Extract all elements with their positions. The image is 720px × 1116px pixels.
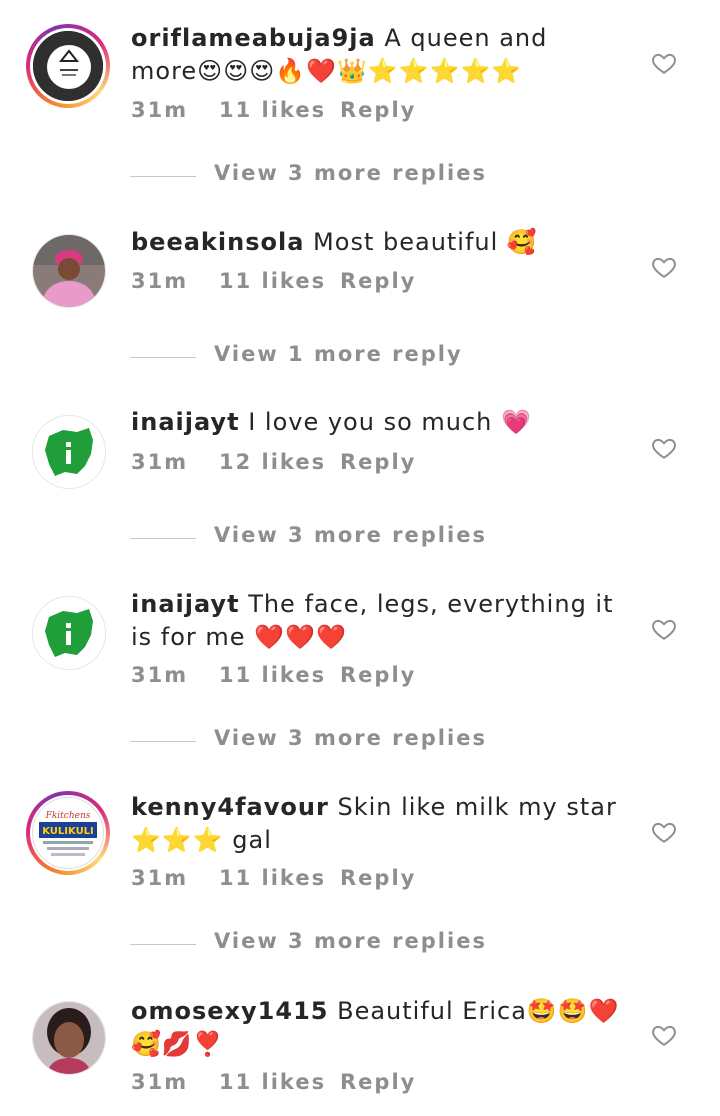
nigeria-map-icon (33, 597, 105, 669)
comment-list: oriflameabuja9ja A queen and more😍😍😍🔥❤️👑… (0, 0, 720, 1116)
brand-name-text: Fkitchens (45, 811, 91, 821)
reply-button[interactable]: Reply (340, 663, 416, 687)
view-more-replies-button[interactable]: View 3 more replies (130, 161, 550, 191)
comment-body: inaijayt The face, legs, everything it i… (131, 588, 621, 654)
like-heart-icon[interactable] (651, 819, 677, 845)
comment-username[interactable]: omosexy1415 (131, 997, 328, 1025)
comment-likes[interactable]: 11 likes (219, 663, 326, 687)
comment-likes[interactable]: 11 likes (219, 866, 326, 890)
avatar[interactable] (32, 1001, 106, 1075)
comment-body: omosexy1415 Beautiful Erica🤩🤩❤️🥰💋❣️ (131, 995, 621, 1061)
like-heart-icon[interactable] (651, 616, 677, 642)
comment-body: kenny4favour Skin like milk my star ⭐⭐⭐ … (131, 791, 621, 857)
nigeria-map-icon (33, 416, 105, 488)
comment-username[interactable]: oriflameabuja9ja (131, 24, 376, 52)
comment-likes[interactable]: 12 likes (219, 450, 326, 474)
avatar[interactable] (32, 415, 106, 489)
brand-logo-icon: Fkitchens KULIKULI (33, 798, 103, 868)
like-heart-icon[interactable] (651, 435, 677, 461)
view-more-replies-label: View 3 more replies (214, 929, 487, 953)
reply-button[interactable]: Reply (340, 450, 416, 474)
comment-time: 31m (131, 98, 189, 122)
view-more-replies-button[interactable]: View 3 more replies (130, 929, 550, 959)
avatar[interactable] (32, 234, 106, 308)
comment-text: I love you so much 💗 (248, 408, 532, 436)
view-more-replies-label: View 3 more replies (214, 726, 487, 750)
comment-username[interactable]: inaijayt (131, 408, 240, 436)
view-more-replies-button[interactable]: View 1 more reply (130, 342, 550, 372)
comment-body: inaijayt I love you so much 💗 (131, 406, 621, 439)
reply-button[interactable]: Reply (340, 1070, 416, 1094)
comment-text: Most beautiful 🥰 (313, 228, 538, 256)
avatar: Fkitchens KULIKULI (32, 797, 104, 869)
avatar[interactable] (32, 596, 106, 670)
comment-time: 31m (131, 269, 189, 293)
avatar (33, 31, 103, 101)
comment-time: 31m (131, 866, 189, 890)
comment-time: 31m (131, 663, 189, 687)
view-more-replies-label: View 3 more replies (214, 523, 487, 547)
divider-line (130, 538, 196, 539)
profile-photo-icon (33, 1002, 105, 1074)
reply-button[interactable]: Reply (340, 98, 416, 122)
comment-username[interactable]: inaijayt (131, 590, 240, 618)
comment-likes[interactable]: 11 likes (219, 98, 326, 122)
divider-line (130, 944, 196, 945)
divider-line (130, 357, 196, 358)
comment-likes[interactable]: 11 likes (219, 1070, 326, 1094)
comment-body: beeakinsola Most beautiful 🥰 (131, 226, 621, 259)
reply-button[interactable]: Reply (340, 866, 416, 890)
comment-time: 31m (131, 450, 189, 474)
view-more-replies-button[interactable]: View 3 more replies (130, 726, 550, 756)
comment-username[interactable]: beeakinsola (131, 228, 304, 256)
comment-time: 31m (131, 1070, 189, 1094)
like-heart-icon[interactable] (651, 50, 677, 76)
view-more-replies-label: View 3 more replies (214, 161, 487, 185)
like-heart-icon[interactable] (651, 254, 677, 280)
comment-likes[interactable]: 11 likes (219, 269, 326, 293)
profile-photo-icon (33, 235, 105, 307)
like-heart-icon[interactable] (651, 1022, 677, 1048)
view-more-replies-button[interactable]: View 3 more replies (130, 523, 550, 553)
divider-line (130, 741, 196, 742)
divider-line (130, 176, 196, 177)
view-more-replies-label: View 1 more reply (214, 342, 463, 366)
comment-username[interactable]: kenny4favour (131, 793, 329, 821)
brand-logo-icon (33, 31, 103, 101)
comment-body: oriflameabuja9ja A queen and more😍😍😍🔥❤️👑… (131, 22, 621, 88)
avatar-story-ring[interactable] (26, 24, 110, 108)
avatar-story-ring[interactable]: Fkitchens KULIKULI (26, 791, 110, 875)
brand-title-text: KULIKULI (42, 826, 94, 837)
reply-button[interactable]: Reply (340, 269, 416, 293)
